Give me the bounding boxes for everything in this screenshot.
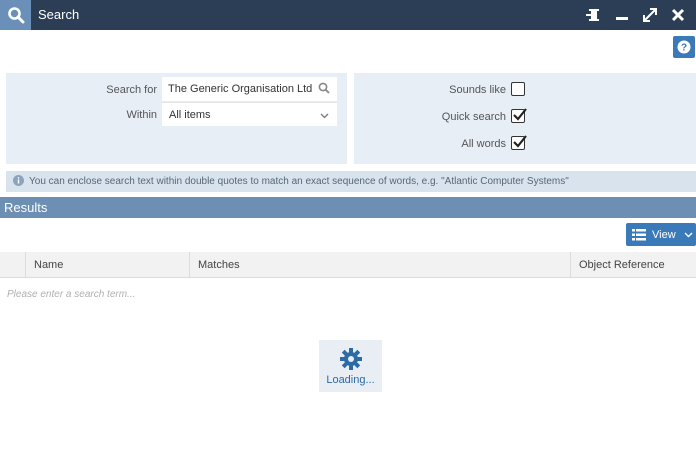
help-button[interactable]: ? xyxy=(673,36,695,58)
loading-indicator: Loading... xyxy=(319,340,382,392)
results-table-header: Name Matches Object Reference xyxy=(0,252,696,278)
column-header-matches[interactable]: Matches xyxy=(189,252,570,278)
list-icon xyxy=(632,228,646,240)
minimize-icon[interactable] xyxy=(608,0,636,30)
search-input[interactable] xyxy=(162,77,337,101)
search-options-panel: Sounds like Quick search All words xyxy=(354,73,696,164)
column-header-object-reference[interactable]: Object Reference xyxy=(570,252,696,278)
search-form-panel: Search for Within All items xyxy=(6,73,347,164)
sounds-like-label: Sounds like xyxy=(449,84,506,96)
checkmark-icon xyxy=(513,135,527,148)
loading-text: Loading... xyxy=(326,374,375,386)
quick-search-checkbox[interactable] xyxy=(511,108,527,123)
results-title: Results xyxy=(4,200,48,215)
row-select-column[interactable] xyxy=(0,252,25,278)
gear-icon xyxy=(339,348,362,370)
window-title: Search xyxy=(38,7,80,22)
close-icon[interactable] xyxy=(664,0,692,30)
sounds-like-checkbox[interactable] xyxy=(511,82,525,96)
search-icon[interactable] xyxy=(318,82,330,97)
search-icon xyxy=(0,0,31,30)
maximize-icon[interactable] xyxy=(636,0,664,30)
info-bar: You can enclose search text within doubl… xyxy=(6,171,696,192)
within-label: Within xyxy=(126,109,157,121)
help-icon: ? xyxy=(677,40,691,54)
results-header: Results xyxy=(0,197,696,218)
svg-text:?: ? xyxy=(681,43,687,54)
view-button[interactable]: View xyxy=(626,223,696,246)
chevron-down-icon xyxy=(684,232,693,237)
empty-message: Please enter a search term... xyxy=(7,289,136,300)
chevron-down-icon xyxy=(320,110,329,122)
info-text: You can enclose search text within doubl… xyxy=(29,176,569,187)
column-header-name[interactable]: Name xyxy=(25,252,189,278)
view-button-label: View xyxy=(652,228,676,241)
quick-search-label: Quick search xyxy=(441,111,506,123)
search-for-label: Search for xyxy=(106,84,157,96)
checkmark-icon xyxy=(513,108,527,121)
info-icon xyxy=(13,174,24,189)
all-words-label: All words xyxy=(461,138,506,150)
all-words-checkbox[interactable] xyxy=(511,135,527,150)
pin-icon[interactable] xyxy=(580,0,608,30)
title-bar: Search xyxy=(0,0,696,30)
within-select[interactable]: All items xyxy=(162,102,337,126)
within-selected-value: All items xyxy=(169,109,211,121)
